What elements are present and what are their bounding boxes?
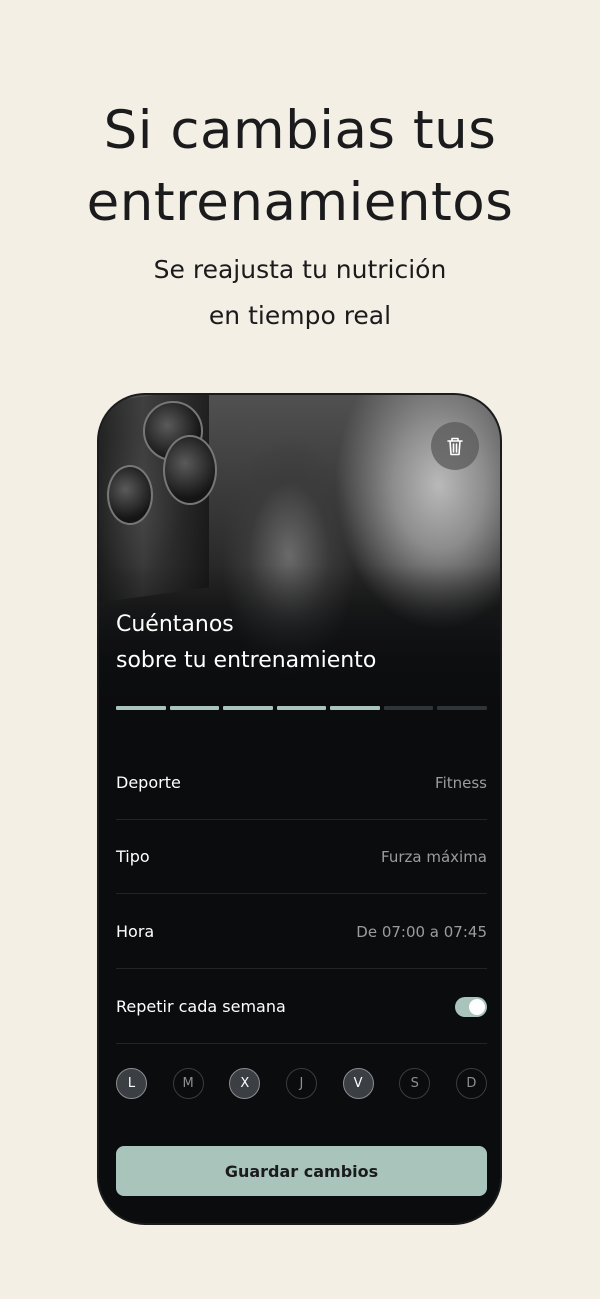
progress-segment bbox=[169, 706, 220, 710]
type-row[interactable]: Tipo Furza máxima bbox=[116, 820, 487, 894]
type-label: Tipo bbox=[116, 847, 150, 866]
sport-label: Deporte bbox=[116, 773, 181, 792]
promo-subtitle: Se reajusta tu nutrición en tiempo real bbox=[153, 255, 447, 330]
time-value: De 07:00 a 07:45 bbox=[356, 922, 487, 941]
repeat-weekly-toggle[interactable] bbox=[455, 996, 487, 1017]
progress-segment bbox=[276, 706, 327, 710]
trash-icon bbox=[447, 437, 463, 456]
progress-segment bbox=[116, 706, 166, 710]
screen-title: Cuéntanos sobre tu entrenamiento bbox=[116, 612, 377, 673]
progress-segment bbox=[223, 706, 273, 710]
weekday-chip[interactable]: V bbox=[342, 1068, 374, 1099]
weight-plate-image bbox=[107, 465, 153, 525]
weekday-chip[interactable]: M bbox=[172, 1068, 204, 1099]
weight-plate-image bbox=[163, 435, 217, 505]
weekday-chip[interactable]: X bbox=[229, 1068, 261, 1099]
promo-title: Si cambias tus entrenamientos bbox=[86, 100, 514, 233]
repeat-weekly-label: Repetir cada semana bbox=[116, 997, 286, 1016]
progress-segment bbox=[437, 706, 488, 710]
step-progress-bar bbox=[116, 706, 488, 710]
progress-segment bbox=[330, 706, 380, 710]
sport-value: Fitness bbox=[435, 773, 487, 792]
weekday-chip[interactable]: J bbox=[285, 1068, 317, 1099]
progress-segment bbox=[383, 706, 434, 710]
time-label: Hora bbox=[116, 922, 155, 941]
weekday-selector: LMXJVSD bbox=[116, 1068, 487, 1100]
sport-row[interactable]: Deporte Fitness bbox=[116, 746, 487, 820]
weekday-chip[interactable]: D bbox=[455, 1068, 487, 1099]
weekday-chip[interactable]: S bbox=[399, 1068, 431, 1099]
repeat-weekly-row: Repetir cada semana bbox=[116, 970, 487, 1044]
phone-screen: Cuéntanos sobre tu entrenamiento Deporte… bbox=[97, 393, 502, 1225]
save-changes-button[interactable]: Guardar cambios bbox=[116, 1146, 487, 1196]
delete-button[interactable] bbox=[431, 422, 479, 470]
type-value: Furza máxima bbox=[381, 847, 487, 866]
toggle-knob bbox=[469, 998, 485, 1015]
weekday-chip[interactable]: L bbox=[116, 1068, 147, 1099]
time-row[interactable]: Hora De 07:00 a 07:45 bbox=[116, 895, 487, 969]
